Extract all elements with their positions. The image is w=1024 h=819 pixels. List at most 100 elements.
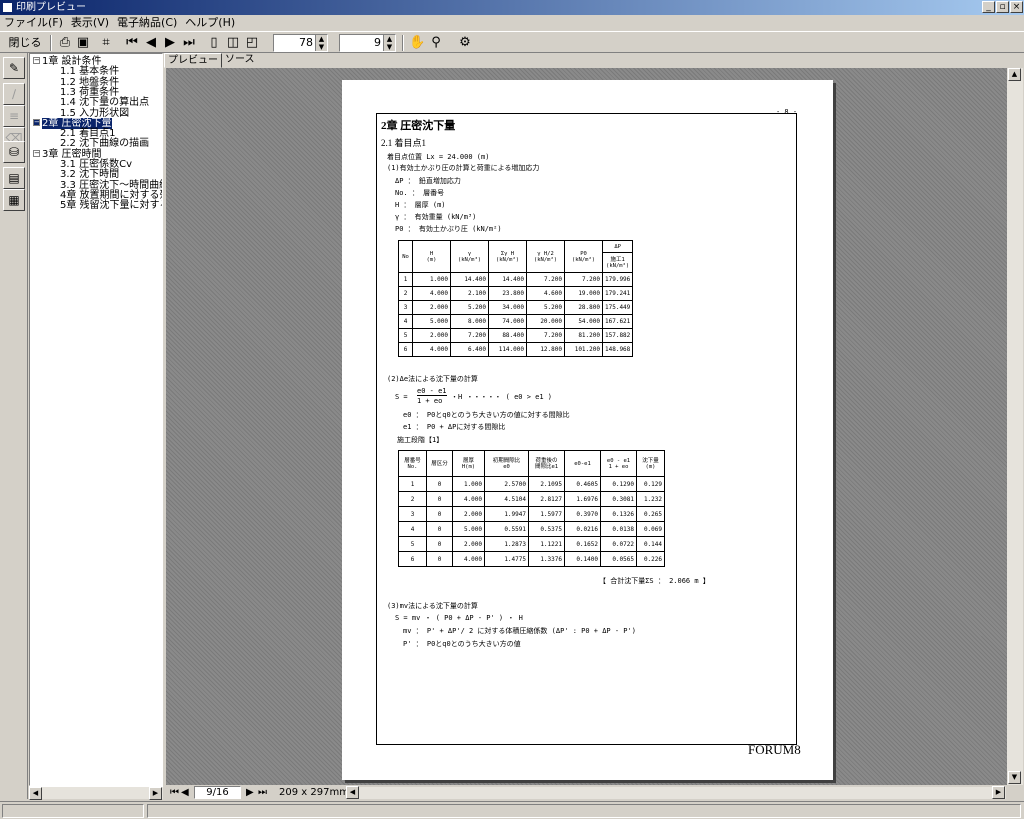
table-header-cell: H (m) [412, 240, 451, 273]
table-cell: 2.000 [452, 536, 485, 552]
zoom-spinner[interactable]: 78 ▲ ▼ [273, 34, 328, 52]
hscroll-left-icon[interactable]: ◀ [346, 786, 359, 799]
preview-vertical-scrollbar[interactable]: ▲ ▼ [1007, 68, 1023, 785]
table-header-cell: γ H/2 (kN/m²) [526, 240, 565, 273]
table-cell: 1.2873 [484, 536, 529, 552]
stress-table: No H (m) γ (kN/m³) Σγ H (kN/m²) γ H/2 (kN/m²… [398, 240, 634, 357]
page-spinner[interactable]: 9 ▲ ▼ [339, 34, 396, 52]
first-page-icon[interactable]: ⏮ [124, 35, 140, 51]
table-header-cell: 層区分 [426, 450, 453, 477]
table-cell: 0 [426, 476, 453, 492]
save-icon[interactable]: ▣ [75, 35, 91, 51]
table-cell: 1.6976 [564, 491, 601, 507]
subsection-3: (3)mv法による沈下量の計算 [387, 602, 478, 610]
table-cell: 6 [398, 551, 427, 567]
tree-toggle-icon[interactable]: − [33, 57, 40, 64]
table-cell: 0.265 [636, 506, 665, 522]
settlement-table: 層番号 No. 層区分 層厚 H(m) 初期間隙比 e0 荷重後の 間隙比e1 e0-e1… [398, 450, 665, 567]
tree-toggle-icon[interactable]: − [33, 149, 40, 157]
table-cell: 28.800 [564, 300, 603, 315]
close-window-button[interactable]: × [1010, 1, 1023, 13]
magnifier-icon[interactable]: ⚲ [428, 35, 444, 51]
view-tabs: プレビュー ソース [164, 52, 264, 68]
maximize-button[interactable]: ▫ [996, 1, 1009, 13]
zoom-spin-arrows[interactable]: ▲ ▼ [315, 35, 327, 51]
tree-toggle-icon[interactable]: − [33, 118, 40, 126]
scroll-up-icon[interactable]: ▲ [1008, 68, 1021, 81]
table-cell: 0.0138 [600, 521, 637, 537]
single-page-icon[interactable]: ▯ [206, 35, 222, 51]
table-cell: 5.000 [412, 314, 451, 329]
hscroll-right-icon[interactable]: ▶ [992, 786, 1005, 799]
title-bar: 印刷プレビュー _ ▫ × [0, 0, 1024, 15]
scroll-down-icon[interactable]: ▼ [1008, 771, 1021, 784]
tree-item[interactable]: 1.5 入力形状図 [60, 107, 130, 119]
table-cell: 2 [398, 286, 413, 301]
settings-icon[interactable]: ⚙ [457, 35, 473, 51]
table-cell: 5.000 [452, 521, 485, 537]
chapter-tree[interactable]: −1章 設計条件 1.1 基本条件 1.2 地盤条件 1.3 荷重条件 1.4 沈下量の… [29, 53, 163, 786]
table-cell: 2 [398, 491, 427, 507]
table-cell: 4.000 [452, 551, 485, 567]
text-icon[interactable]: ≡ [3, 105, 25, 127]
table-cell: 34.000 [488, 300, 527, 315]
scroll-left-icon[interactable]: ◀ [29, 787, 42, 800]
table-cell: 2.000 [452, 506, 485, 522]
tree-item-label: 1.5 入力形状図 [60, 107, 130, 119]
two-page-icon[interactable]: ◫ [225, 35, 241, 51]
page-frame: 2章 圧密沈下量 2.1 着目点1 着目点位置 Lx = 24.000 (m) … [376, 113, 797, 745]
table-row: 2 4.000 2.100 23.800 4.600 19.000 179.241 [398, 286, 634, 301]
nav-prev-icon[interactable]: ◀ [181, 786, 189, 800]
menu-view[interactable]: 表示(V) [67, 15, 113, 31]
tree-horizontal-scrollbar[interactable]: ◀ ▶ [29, 786, 163, 800]
document-icon[interactable]: ▤ [3, 167, 25, 189]
table-cell: 114.000 [488, 342, 527, 357]
last-page-icon[interactable]: ⏭ [181, 35, 197, 51]
nav-first-icon[interactable]: ⏮ [170, 786, 179, 800]
menu-delivery[interactable]: 電子納品(C) [113, 15, 181, 31]
table-header-cell: 施工1 (kN/m²) [601, 252, 634, 273]
table-header-cell: 層厚 H(m) [452, 450, 485, 477]
table-row: 6 4.000 6.400 114.000 12.800 101.200 148.968 [398, 342, 634, 357]
export-icon[interactable]: ⌗ [98, 35, 114, 51]
table-row: 5 2.000 7.200 88.400 7.200 81.200 157.882 [398, 328, 634, 343]
table-cell: 0 [426, 521, 453, 537]
line-icon[interactable]: ∕ [3, 83, 25, 105]
formula-tail: ・H ・・・・・ ( e0 > e1 ) [451, 393, 553, 401]
close-preview-button[interactable]: 閉じる [4, 34, 46, 52]
nav-last-icon[interactable]: ⏭ [258, 786, 267, 800]
preview-horizontal-scrollbar[interactable]: ◀ ▶ [346, 786, 1006, 799]
tab-preview[interactable]: プレビュー [164, 53, 222, 68]
table-header-cell: 荷重後の 間隙比e1 [528, 450, 565, 477]
minimize-button[interactable]: _ [982, 1, 995, 13]
scroll-right-icon[interactable]: ▶ [149, 787, 162, 800]
page-indicator[interactable]: 9/16 [194, 786, 241, 799]
page-spin-arrows[interactable]: ▲ ▼ [383, 35, 395, 51]
table-cell: 0.3970 [564, 506, 601, 522]
menu-file[interactable]: ファイル(F) [0, 15, 67, 31]
hand-icon[interactable]: ✋ [409, 35, 425, 51]
menu-bar: ファイル(F) 表示(V) 電子納品(C) ヘルプ(H) [0, 15, 1024, 31]
print-icon[interactable]: ⎙ [57, 35, 73, 51]
table-cell: 6 [398, 342, 413, 357]
next-page-icon[interactable]: ▶ [162, 35, 178, 51]
fit-page-icon[interactable]: ◰ [244, 35, 260, 51]
mv-definition: P' ： P0とq0とのうち大きい方の値 [403, 640, 521, 648]
layers-icon[interactable]: ▦ [3, 189, 25, 211]
table-row: 1 0 1.000 2.5700 2.1095 0.4605 0.1290 0.129 [398, 476, 665, 492]
e-definition: e1 ： P0 + ΔPに対する間隙比 [403, 423, 506, 431]
formula-s: S = [395, 393, 408, 401]
section-heading: 2.1 着目点1 [381, 138, 427, 148]
prev-page-icon[interactable]: ◀ [143, 35, 159, 51]
menu-help[interactable]: ヘルプ(H) [181, 15, 239, 31]
lx-text: 着目点位置 Lx = 24.000 (m) [387, 153, 490, 161]
tree-item[interactable]: 5章 残留沈下量に対する放置 [60, 201, 162, 211]
pen-icon[interactable]: ✎ [3, 57, 25, 79]
tab-source[interactable]: ソース [222, 53, 258, 68]
stamp-icon[interactable]: ⛁ [3, 141, 25, 163]
status-pane [147, 804, 1021, 818]
nav-next-icon[interactable]: ▶ [246, 786, 254, 800]
table-cell: 2.000 [412, 328, 451, 343]
table-cell: 19.000 [564, 286, 603, 301]
table-header-cell: 初期間隙比 e0 [484, 450, 529, 477]
